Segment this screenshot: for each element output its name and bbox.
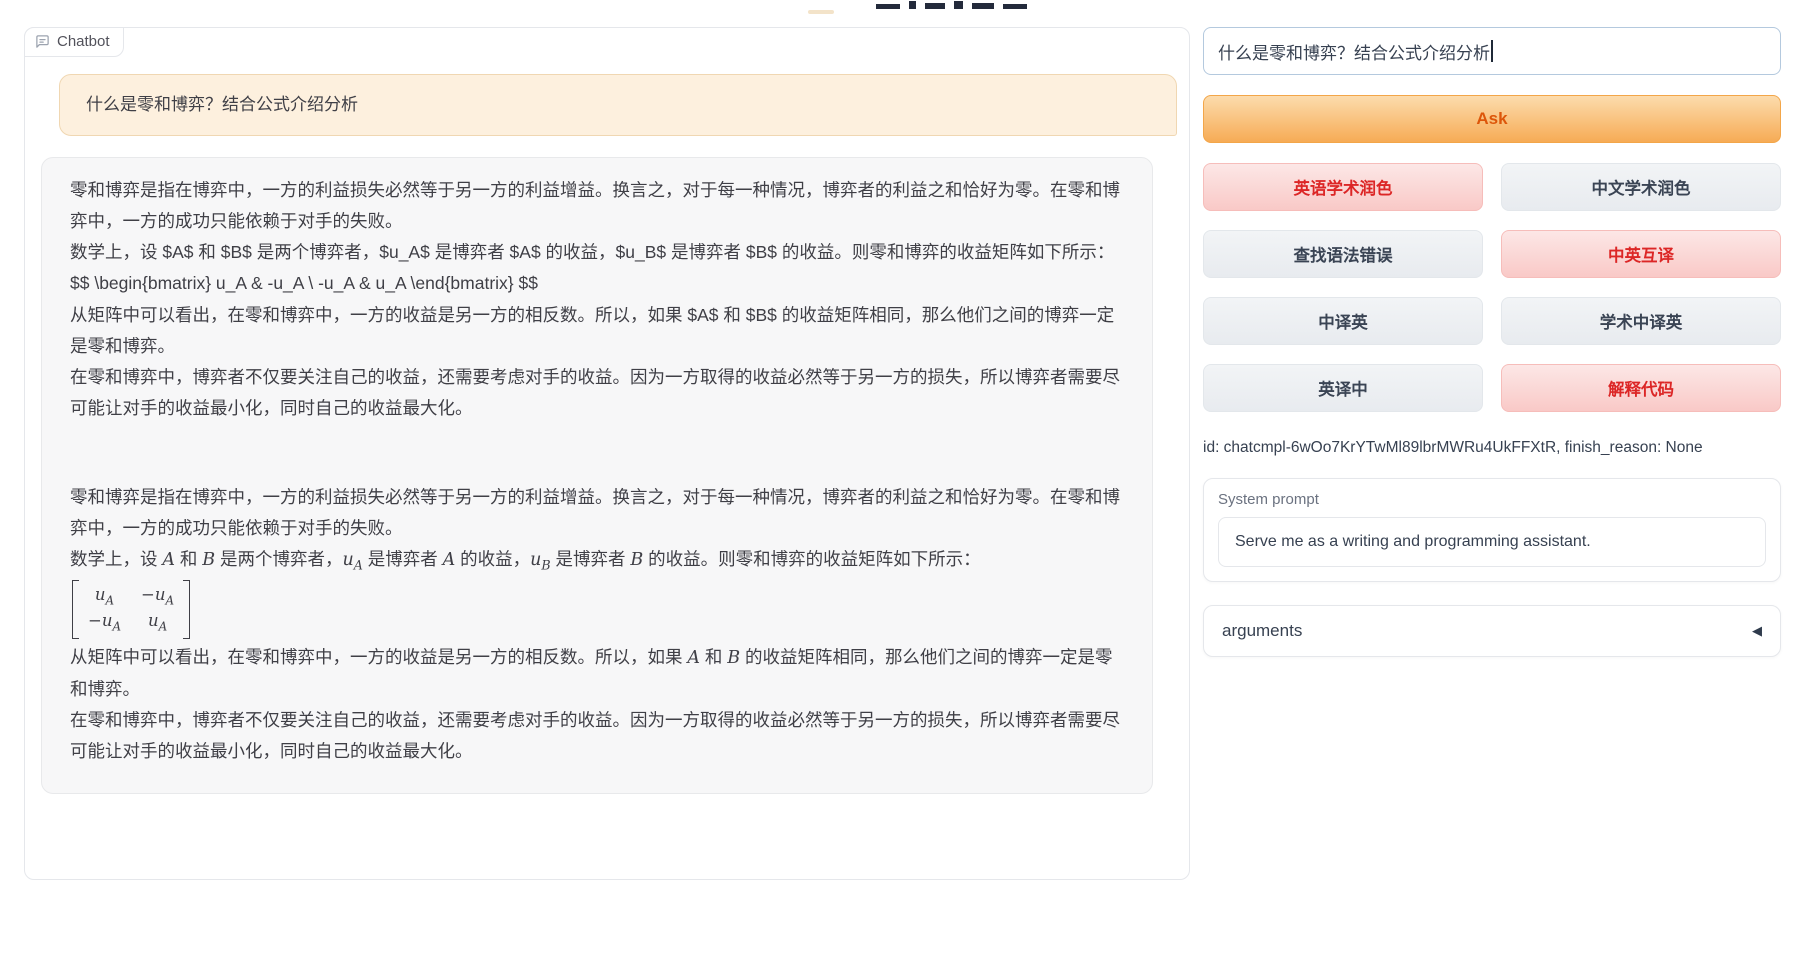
ask-button[interactable]: Ask [1203,95,1781,143]
action-button-academic-zh-to-en[interactable]: 学术中译英 [1501,297,1781,345]
system-prompt-label: System prompt [1218,491,1766,508]
matrix-cell: −uA [88,610,121,635]
question-input-value: 什么是零和博弈？结合公式介绍分析 [1218,39,1490,64]
action-button-chinese-academic-polish[interactable]: 中文学术润色 [1501,163,1781,211]
user-message: 什么是零和博弈？结合公式介绍分析 [59,74,1177,136]
bot-message: 零和博弈是指在博弈中，一方的利益损失必然等于另一方的利益增益。换言之，对于每一种… [41,157,1153,794]
control-column: 什么是零和博弈？结合公式介绍分析 Ask 英语学术润色 中文学术润色 查找语法错… [1203,27,1781,657]
chatbot-panel: Chatbot 什么是零和博弈？结合公式介绍分析 零和博弈是指在博弈中，一方的利… [24,27,1190,880]
bot-paragraph: 在零和博弈中，博弈者不仅要关注自己的收益，还需要考虑对手的收益。因为一方取得的收… [70,362,1124,424]
action-button-zh-en-mutual-translate[interactable]: 中英互译 [1501,230,1781,278]
matrix-left-bracket [72,580,79,638]
action-button-english-academic-polish[interactable]: 英语学术润色 [1203,163,1483,211]
bot-paragraph: 数学上，设 $A$ 和 $B$ 是两个博弈者，$u_A$ 是博弈者 $A$ 的收… [70,237,1124,268]
bot-paragraph: 零和博弈是指在博弈中，一方的利益损失必然等于另一方的利益增益。换言之，对于每一种… [70,482,1124,544]
clipped-page-title [876,0,1036,9]
bot-paragraph: 零和博弈是指在博弈中，一方的利益损失必然等于另一方的利益增益。换言之，对于每一种… [70,175,1124,237]
bot-paragraph: 在零和博弈中，博弈者不仅要关注自己的收益，还需要考虑对手的收益。因为一方取得的收… [70,705,1124,767]
payoff-matrix: uA −uA −uA uA [72,580,190,638]
bot-paragraph-math: 数学上，设 A 和 B 是两个博弈者，uA 是博弈者 A 的收益，uB 是博弈者… [70,544,1124,577]
text-cursor [1491,40,1493,62]
bot-paragraph: 从矩阵中可以看出，在零和博弈中，一方的收益是另一方的相反数。所以，如果 $A$ … [70,300,1124,362]
clipped-title-decoration [808,10,834,14]
arguments-accordion-label: arguments [1222,621,1302,641]
bot-paragraph-math: 从矩阵中可以看出，在零和博弈中，一方的收益是另一方的相反数。所以，如果 A 和 … [70,642,1124,705]
system-prompt-group: System prompt Serve me as a writing and … [1203,478,1781,582]
quick-action-grid: 英语学术润色 中文学术润色 查找语法错误 中英互译 中译英 学术中译英 英译中 … [1203,163,1781,412]
bot-latex-source: $$ \begin{bmatrix} u_A & -u_A \ -u_A & u… [70,268,1124,299]
user-message-text: 什么是零和博弈？结合公式介绍分析 [86,95,358,114]
system-prompt-value: Serve me as a writing and programming as… [1235,533,1591,551]
matrix-cell: uA [88,584,121,609]
arguments-accordion[interactable]: arguments ◀ [1203,605,1781,657]
matrix-cell: −uA [141,584,174,609]
message-gap [70,424,1124,482]
chat-message-list[interactable]: 什么是零和博弈？结合公式介绍分析 零和博弈是指在博弈中，一方的利益损失必然等于另… [25,28,1189,879]
completion-status-line: id: chatcmpl-6wOo7KrYTwMl89lbrMWRu4UkFFX… [1203,437,1781,459]
action-button-en-to-zh[interactable]: 英译中 [1203,364,1483,412]
matrix-right-bracket [183,580,190,638]
matrix-cell: uA [141,610,174,635]
action-button-find-grammar-errors[interactable]: 查找语法错误 [1203,230,1483,278]
action-button-zh-to-en[interactable]: 中译英 [1203,297,1483,345]
collapse-arrow-icon: ◀ [1752,623,1762,639]
question-input[interactable]: 什么是零和博弈？结合公式介绍分析 [1203,27,1781,75]
system-prompt-input[interactable]: Serve me as a writing and programming as… [1218,517,1766,567]
app-page: Chatbot 什么是零和博弈？结合公式介绍分析 零和博弈是指在博弈中，一方的利… [0,0,1814,961]
action-button-explain-code[interactable]: 解释代码 [1501,364,1781,412]
